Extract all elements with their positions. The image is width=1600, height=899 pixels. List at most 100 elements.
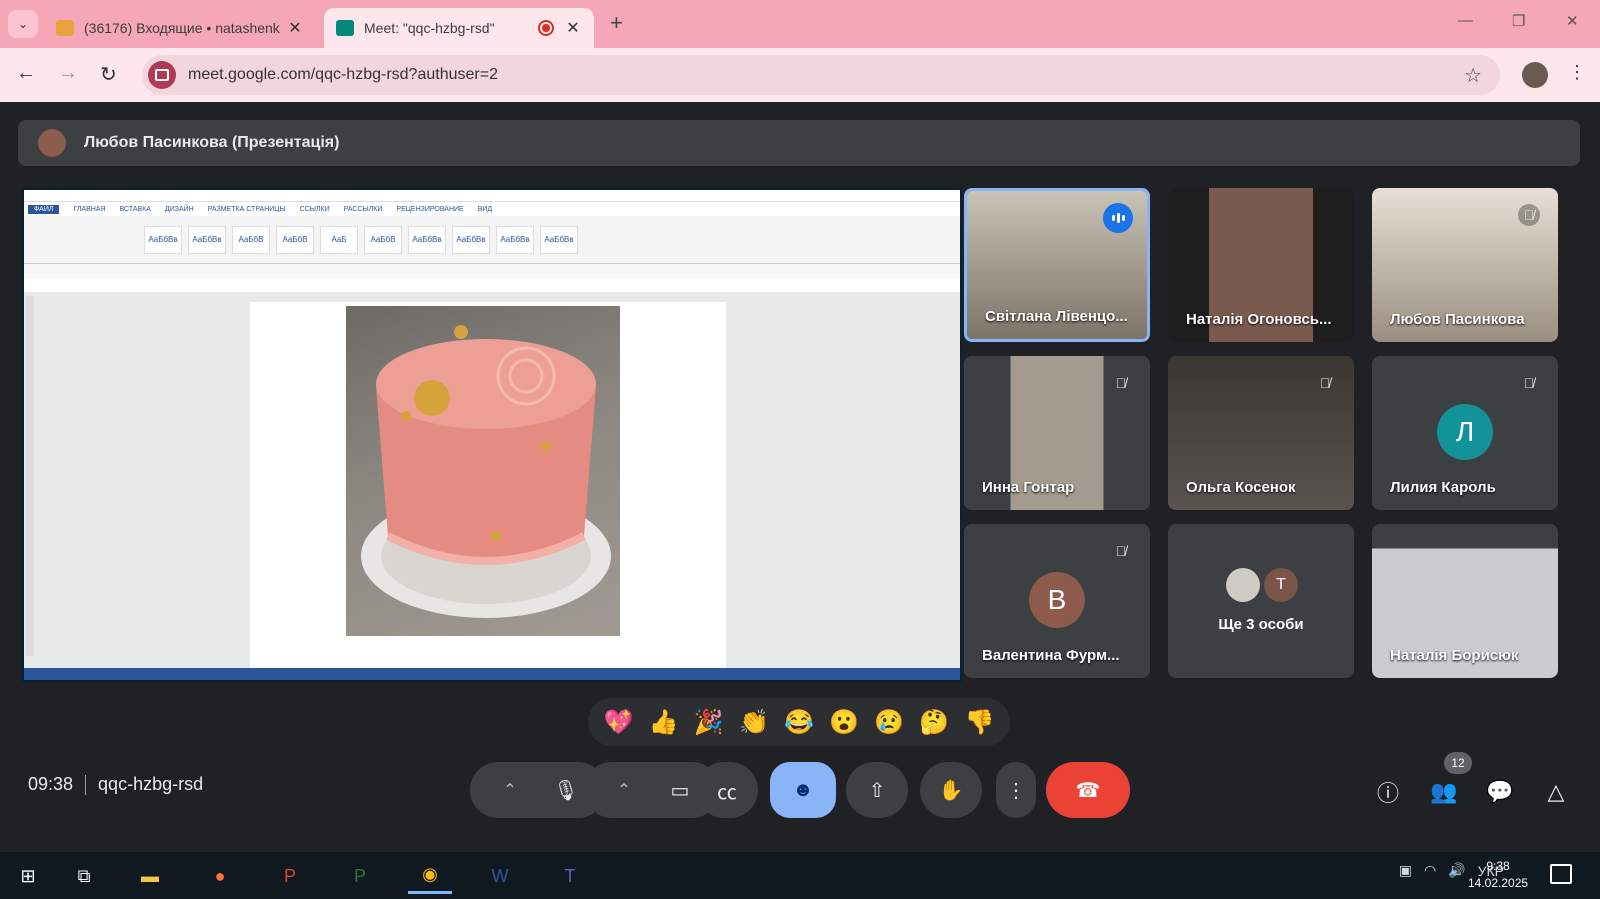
word-ribbon-tab: ФАЙЛ bbox=[28, 204, 60, 214]
others-count: Ще 3 особи bbox=[1218, 616, 1304, 633]
participant-tile[interactable]: В 🎙̸ Валентина Фурм... bbox=[964, 524, 1150, 678]
chrome-icon[interactable]: ◉ bbox=[408, 858, 452, 894]
site-info-icon[interactable] bbox=[148, 61, 176, 89]
tab-gmail[interactable]: (36176) Входящие • natashenk ✕ bbox=[44, 8, 316, 48]
word-style-swatch: АаБбВв bbox=[540, 225, 578, 254]
others-tile[interactable]: Т Ще 3 особи bbox=[1168, 524, 1354, 678]
mic-off-icon: 🎙̸ bbox=[1115, 375, 1127, 391]
present-screen-button[interactable]: ⇧ bbox=[846, 762, 908, 818]
participant-name: Ольга Косенок bbox=[1186, 479, 1296, 496]
word-ribbon-tab: РЕЦЕНЗИРОВАНИЕ bbox=[396, 205, 464, 213]
reaction-emoji-button[interactable]: 👎 bbox=[964, 708, 994, 737]
audio-options-chevron-icon[interactable]: ⌃ bbox=[482, 780, 538, 800]
reaction-emoji-button[interactable]: 👍 bbox=[649, 708, 679, 737]
taskbar-clock[interactable]: 9:38 14.02.2025 bbox=[1468, 858, 1528, 892]
firefox-icon[interactable]: ● bbox=[198, 858, 242, 894]
video-options-chevron-icon[interactable]: ⌃ bbox=[596, 780, 652, 800]
reload-icon[interactable]: ↻ bbox=[100, 62, 117, 87]
participant-avatar bbox=[1226, 568, 1260, 602]
word-style-swatch: АаБбВ bbox=[232, 225, 270, 254]
powerpoint-icon[interactable]: P bbox=[268, 858, 312, 894]
browser-toolbar: ← → ↻ meet.google.com/qqc-hzbg-rsd?authu… bbox=[0, 48, 1600, 102]
divider bbox=[85, 774, 87, 795]
reaction-emoji-button[interactable]: 💖 bbox=[604, 708, 634, 737]
close-tab-icon[interactable]: ✕ bbox=[564, 18, 582, 38]
participant-tile[interactable]: 🎙̸ Ольга Косенок bbox=[1168, 356, 1354, 510]
participant-name: Валентина Фурм... bbox=[982, 647, 1120, 664]
cake-photo bbox=[346, 306, 620, 636]
reaction-emoji-button[interactable]: 🤔 bbox=[919, 708, 949, 737]
word-page bbox=[250, 302, 726, 678]
recording-indicator-icon bbox=[538, 20, 554, 36]
close-tab-icon[interactable]: ✕ bbox=[286, 18, 304, 38]
participant-tile[interactable]: 🎙̸ Инна Гонтар bbox=[964, 356, 1150, 510]
word-style-swatch: АаБбВв bbox=[188, 225, 226, 254]
participant-name: Світлана Лівенцо... bbox=[985, 308, 1128, 325]
word-quick-access bbox=[24, 264, 960, 278]
reaction-emoji-button[interactable]: 🎉 bbox=[694, 708, 724, 737]
participant-tile[interactable]: Світлана Лівенцо... bbox=[964, 188, 1150, 342]
activities-icon[interactable]: △ bbox=[1540, 776, 1572, 808]
bookmark-star-icon[interactable]: ☆ bbox=[1464, 63, 1482, 88]
participant-name: Любов Пасинкова bbox=[1390, 311, 1525, 328]
forward-icon[interactable]: → bbox=[58, 62, 78, 85]
meeting-time: 09:38 bbox=[28, 774, 74, 794]
profile-avatar[interactable] bbox=[1522, 62, 1548, 88]
word-ribbon-tab: ВИД bbox=[477, 205, 493, 213]
word-document-area bbox=[24, 292, 960, 678]
window-close-icon[interactable]: ✕ bbox=[1566, 12, 1579, 30]
reaction-emoji-button[interactable]: 👏 bbox=[739, 708, 769, 737]
word-ribbon-tab: ССЫЛКИ bbox=[299, 205, 330, 213]
tab-search-chevron-icon[interactable]: ⌄ bbox=[8, 10, 38, 38]
windows-start-icon[interactable]: ⊞ bbox=[6, 858, 50, 894]
presenter-name: Любов Пасинкова (Презентація) bbox=[84, 134, 340, 151]
word-titlebar bbox=[24, 190, 960, 202]
mic-off-icon: 🎙̸ bbox=[1115, 543, 1127, 559]
more-options-button[interactable]: ⋮ bbox=[996, 762, 1036, 818]
restore-icon[interactable]: ❐ bbox=[1512, 12, 1525, 30]
publisher-icon[interactable]: P bbox=[338, 858, 382, 894]
minimize-icon[interactable]: — bbox=[1458, 12, 1473, 29]
participant-avatar: В bbox=[1029, 572, 1085, 628]
browser-menu-icon[interactable]: ⋮ bbox=[1568, 62, 1586, 83]
participant-tile[interactable]: 🎙̸ Любов Пасинкова bbox=[1372, 188, 1558, 342]
reactions-button[interactable]: ☻ bbox=[770, 762, 836, 818]
info-icon[interactable]: ⓘ bbox=[1372, 776, 1404, 808]
task-view-icon[interactable]: ⧉ bbox=[62, 858, 106, 894]
tray-app-icon[interactable]: ▣ bbox=[1399, 862, 1412, 879]
leave-call-button[interactable]: ☎ bbox=[1046, 762, 1130, 818]
people-icon[interactable]: 👥 bbox=[1428, 776, 1460, 808]
participant-tile[interactable]: Наталія Огоновсь... bbox=[1168, 188, 1354, 342]
participant-name: Наталія Борисюк bbox=[1390, 647, 1519, 664]
file-explorer-icon[interactable]: ▬ bbox=[128, 858, 172, 894]
participant-tile[interactable]: Л 🎙̸ Лилия Кароль bbox=[1372, 356, 1558, 510]
word-ribbon-tab: ДИЗАЙН bbox=[164, 205, 194, 213]
tab-meet[interactable]: Meet: "qqc-hzbg-rsd" ✕ bbox=[324, 8, 594, 48]
reaction-emoji-button[interactable]: 😮 bbox=[829, 708, 859, 737]
chat-icon[interactable]: 💬 bbox=[1484, 776, 1516, 808]
word-style-swatch: AaБ bbox=[320, 225, 358, 254]
word-icon[interactable]: W bbox=[478, 858, 522, 894]
teams-icon[interactable]: T bbox=[548, 858, 592, 894]
participant-name: Наталія Огоновсь... bbox=[1186, 311, 1332, 328]
volume-icon[interactable]: 🔊 bbox=[1448, 862, 1465, 879]
meeting-info: 09:38 qqc-hzbg-rsd bbox=[28, 774, 203, 795]
new-tab-button[interactable]: + bbox=[610, 10, 623, 36]
back-icon[interactable]: ← bbox=[16, 62, 36, 85]
participant-tile[interactable]: Наталія Борисюк bbox=[1372, 524, 1558, 678]
meet-stage: Любов Пасинкова (Презентація) ФАЙЛ ГЛАВНА… bbox=[0, 102, 1600, 852]
word-ribbon-tabs: ФАЙЛ ГЛАВНАЯ ВСТАВКА ДИЗАЙН РАЗМЕТКА СТРАНИЦ… bbox=[24, 202, 960, 216]
raise-hand-button[interactable]: ✋ bbox=[920, 762, 982, 818]
captions-button[interactable]: ㏄ bbox=[696, 762, 758, 818]
reaction-emoji-button[interactable]: 😢 bbox=[874, 708, 904, 737]
participant-avatar: Л bbox=[1437, 404, 1493, 460]
word-style-swatch: АаБбВв bbox=[144, 225, 182, 254]
reactions-bar: 💖 👍 🎉 👏 😂 😮 😢 🤔 👎 bbox=[588, 698, 1010, 746]
word-ribbon-tab: РАССЫЛКИ bbox=[343, 205, 383, 213]
reaction-emoji-button[interactable]: 😂 bbox=[784, 708, 814, 737]
word-style-swatch: АаБбВ bbox=[276, 225, 314, 254]
address-bar[interactable]: meet.google.com/qqc-hzbg-rsd?authuser=2 … bbox=[142, 55, 1500, 95]
url-text[interactable]: meet.google.com/qqc-hzbg-rsd?authuser=2 bbox=[188, 66, 498, 84]
network-icon[interactable]: ◠ bbox=[1424, 862, 1436, 879]
notifications-icon[interactable] bbox=[1550, 864, 1572, 884]
